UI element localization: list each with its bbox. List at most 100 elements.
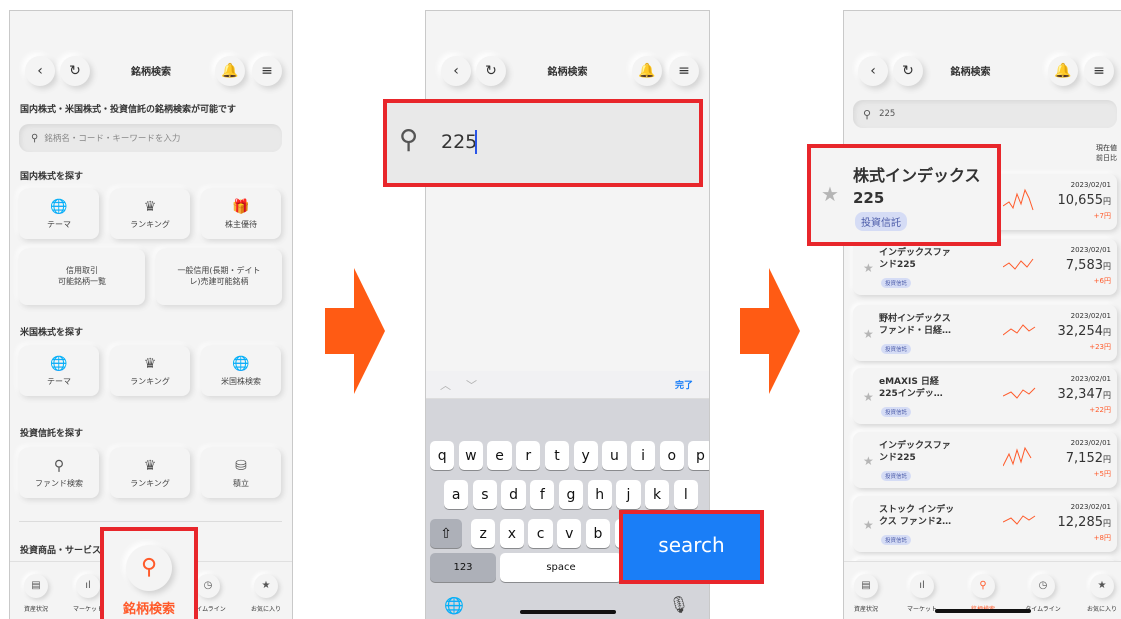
chevron-down-icon[interactable]: ﹀	[466, 377, 477, 393]
search-tab-highlight[interactable]: ⚲ 銘柄検索	[100, 527, 198, 619]
key-i[interactable]: i	[630, 441, 656, 470]
key-f[interactable]: f	[530, 480, 555, 509]
key-v[interactable]: v	[557, 519, 582, 548]
text-cursor	[475, 130, 477, 154]
numbers-key[interactable]: 123	[430, 553, 496, 582]
sparkline	[1003, 324, 1036, 336]
star-icon[interactable]: ★	[863, 518, 874, 532]
tab-timeline[interactable]: ◷ タイムライン	[1015, 574, 1071, 613]
price-date: 2023/02/01	[1070, 246, 1111, 254]
tab-favorites[interactable]: ★ お気に入り	[1074, 574, 1121, 613]
key-h[interactable]: h	[587, 480, 612, 509]
search-input[interactable]: ⚲ 銘柄名・コード・キーワードを入力	[19, 124, 282, 152]
menu-button[interactable]: ≡	[1084, 56, 1114, 86]
price-date: 2023/02/01	[1070, 375, 1111, 383]
highlighted-result[interactable]: ★ 株式インデックス 225 投資信託	[807, 144, 1001, 246]
key-j[interactable]: j	[616, 480, 641, 509]
bar-chart-icon: ıl	[910, 574, 934, 598]
star-icon: ★	[254, 574, 278, 598]
shareholder-benefits-button[interactable]: 🎁 株主優待	[201, 189, 281, 239]
key-y[interactable]: y	[573, 441, 598, 470]
notification-button[interactable]: 🔔	[1048, 56, 1078, 86]
sparkline	[1003, 515, 1036, 525]
key-e[interactable]: e	[487, 441, 512, 470]
star-icon[interactable]: ★	[863, 454, 874, 468]
gift-icon: 🎁	[232, 198, 250, 215]
key-s[interactable]: s	[472, 480, 498, 509]
wallet-icon: ▤	[854, 574, 878, 598]
key-l[interactable]: l	[673, 480, 698, 509]
key-p[interactable]: p	[688, 441, 709, 470]
domestic-ranking-button[interactable]: ♛ ランキング	[110, 189, 190, 239]
key-o[interactable]: o	[659, 441, 684, 470]
search-key[interactable]: search	[619, 510, 764, 584]
price-change: +22円	[1089, 406, 1111, 414]
globe-icon[interactable]: 🌐	[444, 596, 464, 615]
arrow-right-icon	[325, 268, 385, 394]
star-icon[interactable]: ★	[863, 261, 874, 275]
price-value: 32,347	[1057, 387, 1104, 402]
us-ranking-button[interactable]: ♛ ランキング	[110, 346, 190, 396]
category-badge: 投資信託	[881, 535, 912, 545]
menu-button[interactable]: ≡	[252, 56, 282, 86]
accumulation-button[interactable]: ⛁ 積立	[201, 448, 281, 498]
star-icon[interactable]: ★	[863, 327, 874, 341]
list-item[interactable]: ★ ストック インデッ クス ファンド2… 投資信託 2023/02/01 12,285…	[853, 496, 1117, 552]
tab-search[interactable]: ⚲銘柄検索	[955, 574, 1011, 613]
key-a[interactable]: a	[444, 480, 469, 509]
fund-name: ストック インデッ クス ファンド2…	[879, 505, 955, 528]
menu-button[interactable]: ≡	[669, 56, 699, 86]
key-t[interactable]: t	[544, 441, 570, 470]
list-item[interactable]: ★ eMAXIS 日経 225インデッ… 投資信託 2023/02/01 32,347円…	[853, 368, 1117, 424]
key-z[interactable]: z	[471, 519, 496, 548]
tab-market[interactable]: ıl マーケット	[894, 574, 950, 613]
shift-key[interactable]: ⇧	[430, 519, 462, 548]
fund-name: 野村インデックス ファンド・日経…	[879, 314, 952, 337]
key-c[interactable]: c	[528, 519, 553, 548]
key-b[interactable]: b	[585, 519, 611, 548]
space-key[interactable]: space	[500, 553, 622, 582]
chevron-up-icon[interactable]: ︿	[440, 377, 451, 393]
star-icon[interactable]: ★	[863, 390, 874, 404]
crown-icon: ♛	[143, 457, 157, 474]
key-d[interactable]: d	[501, 480, 526, 509]
search-key-label: search	[658, 533, 725, 557]
arrow-right-icon	[740, 268, 800, 394]
key-r[interactable]: r	[516, 441, 541, 470]
domestic-theme-button[interactable]: 🌐 テーマ	[19, 189, 99, 239]
list-item[interactable]: ★ インデックスファ ンド225 投資信託 2023/02/01 7,583円 +6円	[853, 239, 1117, 295]
us-stock-search-button[interactable]: 🌐 米国株検索	[201, 346, 281, 396]
margin-trading-list-button[interactable]: 信用取引 可能銘柄一覧	[19, 249, 145, 305]
bell-icon: 🔔	[221, 63, 239, 79]
price: 32,254円	[1058, 324, 1112, 339]
search-input[interactable]: ⚲ 225	[383, 99, 703, 187]
list-item[interactable]: ★ インデックスファ ンド225 投資信託 2023/02/01 7,152円 +5円	[853, 432, 1117, 488]
notification-button[interactable]: 🔔	[215, 56, 245, 86]
fund-search-button[interactable]: ⚲ ファンド検索	[19, 448, 99, 498]
general-margin-list-button[interactable]: 一般信用(長期・デイト レ)売建可能銘柄	[156, 249, 282, 305]
tab-assets[interactable]: ▤ 資産状況	[844, 574, 894, 613]
key-x[interactable]: x	[499, 519, 525, 548]
key-q[interactable]: q	[430, 441, 455, 470]
done-button[interactable]: 完了	[675, 378, 693, 391]
microphone-icon[interactable]: 🎙	[669, 595, 689, 614]
key-g[interactable]: g	[558, 480, 584, 509]
price: 10,655円	[1058, 193, 1112, 208]
key-w[interactable]: w	[458, 441, 484, 470]
coins-icon: ⛁	[235, 457, 247, 474]
key-k[interactable]: k	[644, 480, 670, 509]
key-u[interactable]: u	[602, 441, 627, 470]
tab-favorites[interactable]: ★ お気に入り	[238, 574, 292, 613]
page-title: 銘柄検索	[547, 67, 588, 78]
fund-name: インデックスファ ンド225	[879, 248, 951, 271]
wallet-icon: ▤	[24, 574, 48, 598]
notification-button[interactable]: 🔔	[632, 56, 662, 86]
list-item[interactable]: ★ 野村インデックス ファンド・日経… 投資信託 2023/02/01 32,254円 +…	[853, 305, 1117, 361]
us-theme-button[interactable]: 🌐 テーマ	[19, 346, 99, 396]
fund-ranking-button[interactable]: ♛ ランキング	[110, 448, 190, 498]
star-icon[interactable]: ★	[821, 182, 839, 206]
search-input[interactable]: ⚲ 225	[853, 100, 1117, 128]
tab-assets[interactable]: ▤ 資産状況	[10, 574, 64, 613]
price-change: +5円	[1093, 470, 1111, 478]
price: 12,285円	[1058, 515, 1112, 530]
